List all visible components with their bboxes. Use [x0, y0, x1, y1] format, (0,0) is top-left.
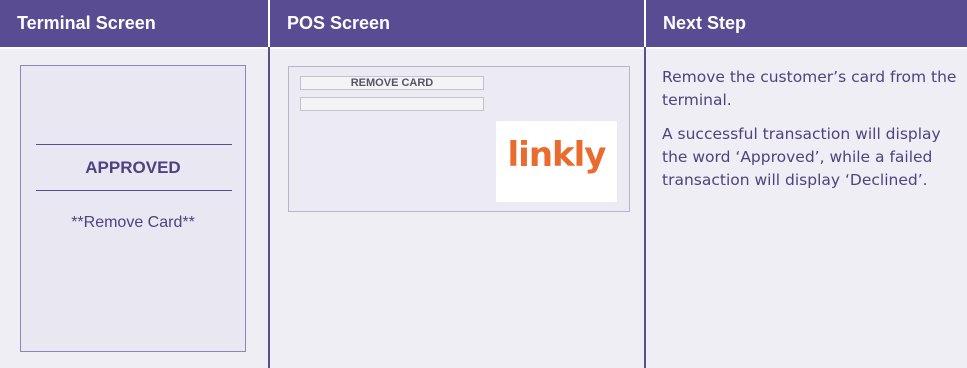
- next-step-note: A successful transaction will display th…: [662, 125, 941, 189]
- terminal-divider-top: [36, 144, 232, 145]
- header-next-step: Next Step: [646, 0, 967, 47]
- pos-secondary-field: [300, 97, 484, 111]
- header-pos-screen: POS Screen: [270, 0, 644, 47]
- pos-display: REMOVE CARD linkly: [288, 66, 630, 212]
- column-divider: [644, 47, 646, 368]
- terminal-divider-bottom: [36, 190, 232, 191]
- terminal-message: **Remove Card**: [71, 214, 195, 231]
- terminal-display: APPROVED **Remove Card**: [20, 65, 246, 352]
- column-divider: [268, 47, 270, 368]
- header-terminal-screen: Terminal Screen: [0, 0, 268, 47]
- linkly-logo-text: linkly: [507, 135, 607, 175]
- pos-status-field: REMOVE CARD: [300, 76, 484, 90]
- next-step-instruction: Remove the customer’s card from the term…: [662, 68, 957, 109]
- linkly-logo: linkly: [496, 121, 617, 202]
- terminal-status: APPROVED: [85, 158, 181, 177]
- instruction-table: Terminal Screen POS Screen Next Step APP…: [0, 0, 967, 368]
